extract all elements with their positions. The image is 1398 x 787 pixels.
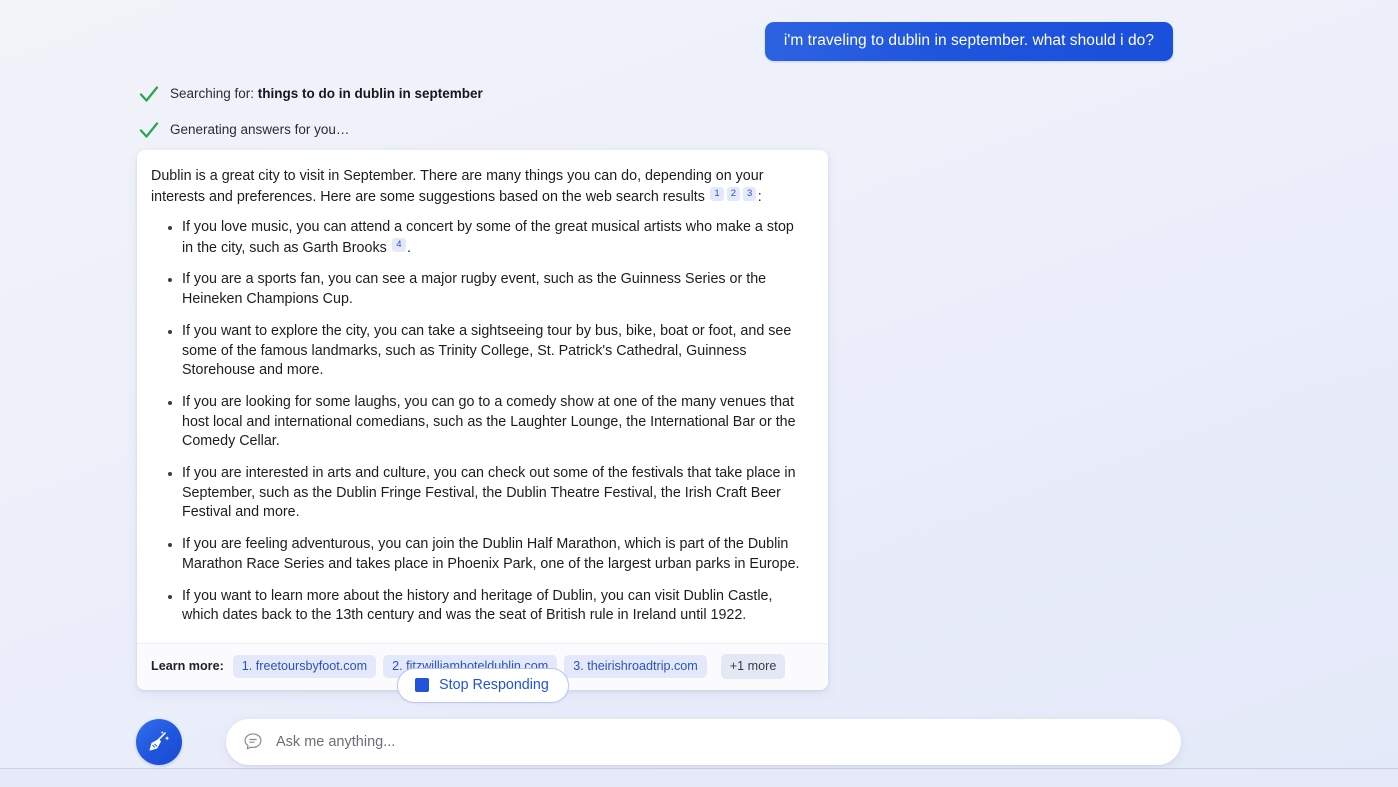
status-search-query: things to do in dublin in september xyxy=(257,85,483,101)
status-generating-text: Generating answers for you… xyxy=(170,121,350,137)
answer-bullet-list: If you love music, you can attend a conc… xyxy=(150,218,808,626)
bullet-text: If you want to explore the city, you can… xyxy=(182,322,792,379)
citation-badge[interactable]: 2 xyxy=(726,186,740,201)
broom-sparkle-icon[interactable] xyxy=(136,719,182,765)
stop-square-icon xyxy=(415,678,430,692)
citation-badge[interactable]: 1 xyxy=(710,186,724,201)
ask-input-container[interactable] xyxy=(226,719,1181,765)
citation-badge[interactable]: 4 xyxy=(392,237,406,252)
answer-bullet-item: If you want to explore the city, you can… xyxy=(168,322,808,381)
answer-bullet-item: If you want to learn more about the hist… xyxy=(168,587,808,626)
stop-responding-label: Stop Responding xyxy=(439,677,549,693)
ask-input[interactable] xyxy=(276,727,1163,757)
bullet-text: If you are looking for some laughs, you … xyxy=(182,393,796,450)
answer-bullet-item: If you are interested in arts and cultur… xyxy=(168,464,808,523)
citation-badge[interactable]: 3 xyxy=(742,186,757,201)
answer-body: Dublin is a great city to visit in Septe… xyxy=(137,150,828,643)
status-list: Searching for: things to do in dublin in… xyxy=(137,80,483,152)
stop-responding-button[interactable]: Stop Responding xyxy=(397,668,569,703)
answer-intro-paragraph: Dublin is a great city to visit in Septe… xyxy=(150,167,808,207)
bullet-text: If you want to learn more about the hist… xyxy=(182,587,773,624)
answer-intro-text: Dublin is a great city to visit in Septe… xyxy=(151,168,764,205)
composer xyxy=(136,719,1181,765)
answer-bullet-item: If you are feeling adventurous, you can … xyxy=(168,535,808,574)
bullet-text: If you are interested in arts and cultur… xyxy=(182,465,796,521)
bullet-text-suffix: . xyxy=(407,239,411,256)
citation-group: 123 xyxy=(709,186,758,205)
user-message-bubble: i'm traveling to dublin in september. wh… xyxy=(764,22,1173,61)
status-row-generating: Generating answers for you… xyxy=(137,116,483,143)
stop-responding-row: Stop Responding xyxy=(0,668,1398,703)
check-icon xyxy=(139,121,159,138)
status-searching-prefix: Searching for: xyxy=(170,85,258,101)
status-row-searching: Searching for: things to do in dublin in… xyxy=(137,80,483,107)
answer-intro-colon: : xyxy=(757,188,762,205)
answer-card: Dublin is a great city to visit in Septe… xyxy=(137,150,828,690)
bullet-text: If you are a sports fan, you can see a m… xyxy=(182,271,767,308)
user-message-row: i'm traveling to dublin in september. wh… xyxy=(0,22,1398,61)
chat-page: i'm traveling to dublin in september. wh… xyxy=(0,0,1398,787)
bottom-strip xyxy=(0,769,1398,787)
broom-sparkle-glyph xyxy=(149,730,170,751)
bullet-text: If you are feeling adventurous, you can … xyxy=(182,536,800,572)
answer-bullet-item: If you love music, you can attend a conc… xyxy=(168,218,808,258)
answer-bullet-item: If you are looking for some laughs, you … xyxy=(168,393,808,452)
status-searching-text: Searching for: things to do in dublin in… xyxy=(170,85,483,103)
check-icon xyxy=(139,85,159,102)
answer-bullet-item: If you are a sports fan, you can see a m… xyxy=(168,270,808,309)
chat-bubble-icon xyxy=(244,733,262,750)
bullet-text: If you love music, you can attend a conc… xyxy=(182,219,794,256)
